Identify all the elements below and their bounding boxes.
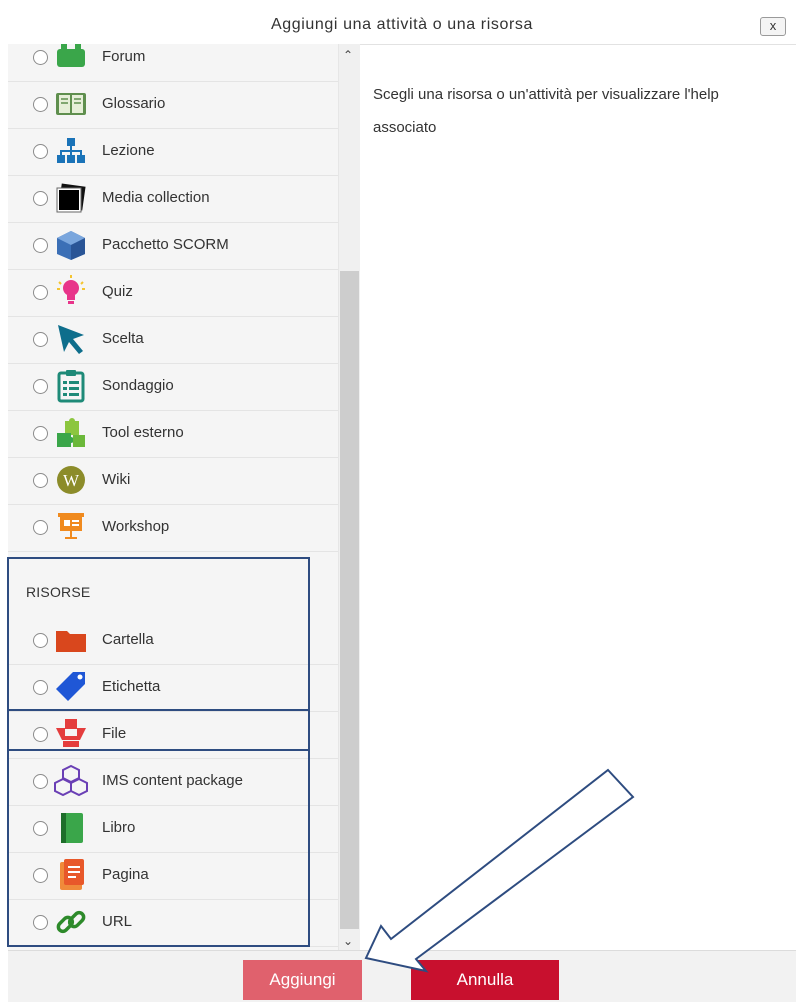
option-lezione[interactable]: Lezione xyxy=(8,128,338,176)
workshop-radio[interactable] xyxy=(33,520,48,535)
close-button[interactable]: x xyxy=(760,17,786,36)
forum-label: Forum xyxy=(102,48,146,65)
survey-icon xyxy=(57,370,85,403)
media-collection-icon xyxy=(56,183,86,213)
forum-radio[interactable] xyxy=(33,50,48,65)
lezione-radio[interactable] xyxy=(33,144,48,159)
option-workshop[interactable]: Workshop xyxy=(8,504,338,552)
tool-esterno-radio[interactable] xyxy=(33,426,48,441)
resources-highlight-box xyxy=(7,557,310,947)
workshop-label: Workshop xyxy=(102,518,170,535)
scrollbar-thumb[interactable] xyxy=(340,271,359,929)
scelta-radio[interactable] xyxy=(33,332,48,347)
workshop-icon xyxy=(58,513,84,539)
media-collection-label: Media collection xyxy=(102,189,210,206)
wiki-label: Wiki xyxy=(102,471,131,488)
quiz-icon xyxy=(57,275,85,304)
dialog-footer: Aggiungi Annulla xyxy=(8,950,796,1002)
dialog-title: Aggiungi una attività o una risorsa xyxy=(270,16,534,33)
option-wiki[interactable]: W Wiki xyxy=(8,457,338,505)
option-scorm[interactable]: Pacchetto SCORM xyxy=(8,222,338,270)
quiz-label: Quiz xyxy=(102,283,133,300)
wiki-icon: W xyxy=(57,466,85,494)
lesson-icon xyxy=(57,138,85,163)
scroll-up-icon[interactable]: ⌃ xyxy=(343,48,353,62)
glossario-label: Glossario xyxy=(102,95,166,112)
add-button[interactable]: Aggiungi xyxy=(243,960,362,1000)
option-quiz[interactable]: Quiz xyxy=(8,269,338,317)
scorm-radio[interactable] xyxy=(33,238,48,253)
quiz-radio[interactable] xyxy=(33,285,48,300)
option-scelta[interactable]: Scelta xyxy=(8,316,338,364)
option-sondaggio[interactable]: Sondaggio xyxy=(8,363,338,411)
forum-icon xyxy=(57,44,85,67)
scroll-down-icon[interactable]: ⌄ xyxy=(343,934,353,948)
dialog-titlebar: Aggiungi una attività o una risorsa x xyxy=(8,6,796,45)
scorm-icon xyxy=(57,231,85,260)
cancel-button[interactable]: Annulla xyxy=(411,960,559,1000)
media-collection-radio[interactable] xyxy=(33,191,48,206)
choice-icon xyxy=(58,325,84,354)
sondaggio-radio[interactable] xyxy=(33,379,48,394)
glossario-radio[interactable] xyxy=(33,97,48,112)
file-highlight-box xyxy=(7,709,310,751)
glossary-icon xyxy=(56,93,86,115)
option-media-collection[interactable]: Media collection xyxy=(8,175,338,223)
option-tool-esterno[interactable]: Tool esterno xyxy=(8,410,338,458)
help-text: Scegli una risorsa o un'attività per vis… xyxy=(373,86,719,136)
tool-esterno-label: Tool esterno xyxy=(102,424,184,441)
option-glossario[interactable]: Glossario xyxy=(8,81,338,129)
external-tool-icon xyxy=(57,418,85,447)
list-scrollbar[interactable]: ⌃ ⌄ xyxy=(338,44,360,950)
close-icon[interactable]: x xyxy=(770,18,777,33)
sondaggio-label: Sondaggio xyxy=(102,377,174,394)
scelta-label: Scelta xyxy=(102,330,144,347)
svg-text:W: W xyxy=(63,471,80,490)
scorm-label: Pacchetto SCORM xyxy=(102,236,229,253)
option-forum[interactable]: Forum xyxy=(8,44,338,82)
lezione-label: Lezione xyxy=(102,142,155,159)
wiki-radio[interactable] xyxy=(33,473,48,488)
